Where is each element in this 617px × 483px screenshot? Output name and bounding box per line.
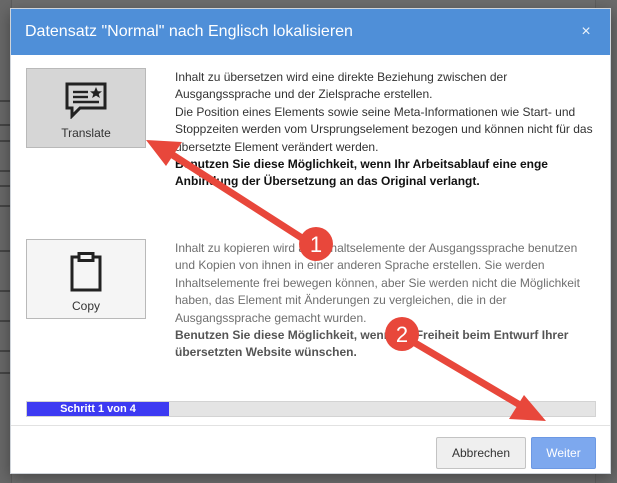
- translate-description-text: Inhalt zu übersetzen wird eine direkte B…: [175, 70, 508, 102]
- dialog-header: Datensatz "Normal" nach Englisch lokalis…: [11, 9, 610, 55]
- translate-option-button[interactable]: Translate: [26, 68, 146, 148]
- copy-description: Inhalt zu kopieren wird alle Inhaltselem…: [175, 240, 595, 362]
- dialog-title: Datensatz "Normal" nach Englisch lokalis…: [25, 23, 353, 40]
- translate-label: Translate: [61, 126, 111, 140]
- localize-dialog: Datensatz "Normal" nach Englisch lokalis…: [10, 8, 611, 474]
- cancel-button[interactable]: Abbrechen: [436, 437, 526, 469]
- copy-emphasis: Benutzen Sie diese Möglichkeit, wenn Sie…: [175, 328, 569, 360]
- translate-emphasis: Benutzen Sie diese Möglichkeit, wenn Ihr…: [175, 157, 548, 189]
- speech-bubble-star-icon: [65, 82, 107, 119]
- footer-divider: [11, 425, 610, 426]
- translate-description: Inhalt zu übersetzen wird eine direkte B…: [175, 69, 595, 191]
- step-progress-bar: Schritt 1 von 4: [26, 401, 596, 417]
- translate-description-text-2: Die Position eines Elements sowie seine …: [175, 104, 593, 154]
- next-button[interactable]: Weiter: [531, 437, 596, 469]
- copy-option-button[interactable]: Copy: [26, 239, 146, 319]
- copy-label: Copy: [71, 299, 100, 313]
- close-icon[interactable]: ×: [576, 22, 596, 42]
- clipboard-icon: [70, 252, 102, 292]
- step-progress-fill: Schritt 1 von 4: [27, 402, 169, 416]
- step-progress-label: Schritt 1 von 4: [60, 403, 136, 415]
- copy-description-text: Inhalt zu kopieren wird alle Inhaltselem…: [175, 241, 580, 325]
